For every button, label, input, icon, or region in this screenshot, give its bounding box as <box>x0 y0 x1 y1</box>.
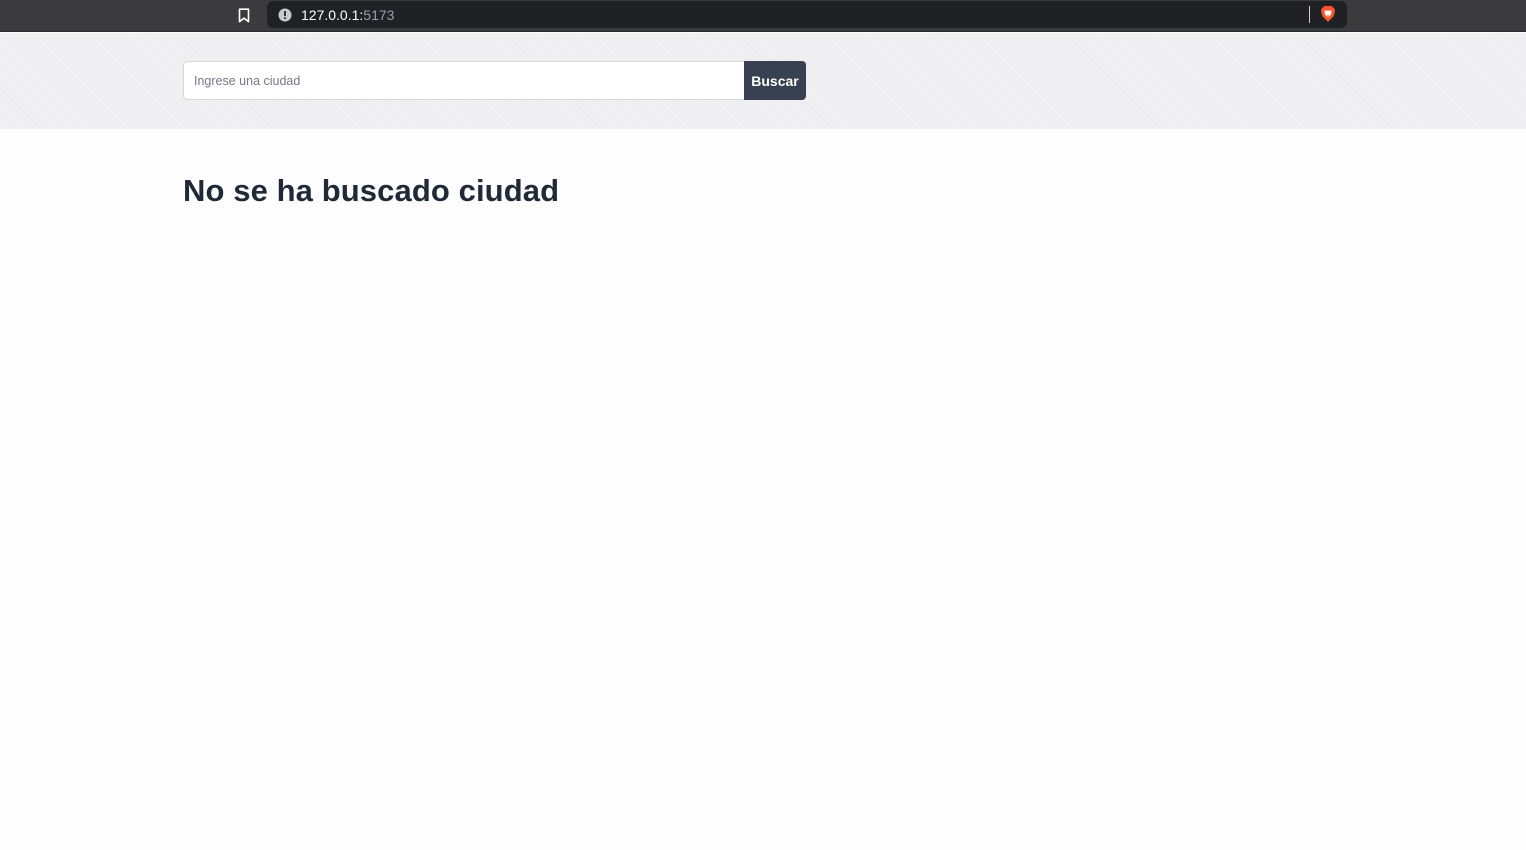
no-city-searched-heading: No se ha buscado ciudad <box>183 173 560 208</box>
brave-shields-button[interactable] <box>1319 4 1337 24</box>
city-search-input[interactable] <box>183 61 744 100</box>
bookmark-icon <box>238 7 250 22</box>
main-content: No se ha buscado ciudad <box>0 129 1526 850</box>
page-header: Buscar <box>0 33 1526 129</box>
url-host: 127.0.0.1: <box>301 6 364 23</box>
url-text[interactable]: 127.0.0.1:5173 <box>301 7 394 23</box>
browser-toolbar: 127.0.0.1:5173 <box>0 0 1526 32</box>
search-button[interactable]: Buscar <box>744 61 806 100</box>
search-form: Buscar <box>183 61 806 100</box>
bookmark-button[interactable] <box>232 4 256 26</box>
address-bar-divider <box>1309 6 1310 23</box>
address-bar[interactable]: 127.0.0.1:5173 <box>267 1 1347 28</box>
info-icon[interactable] <box>277 7 293 23</box>
brave-lion-icon <box>1321 6 1335 22</box>
url-port: 5173 <box>363 6 395 23</box>
